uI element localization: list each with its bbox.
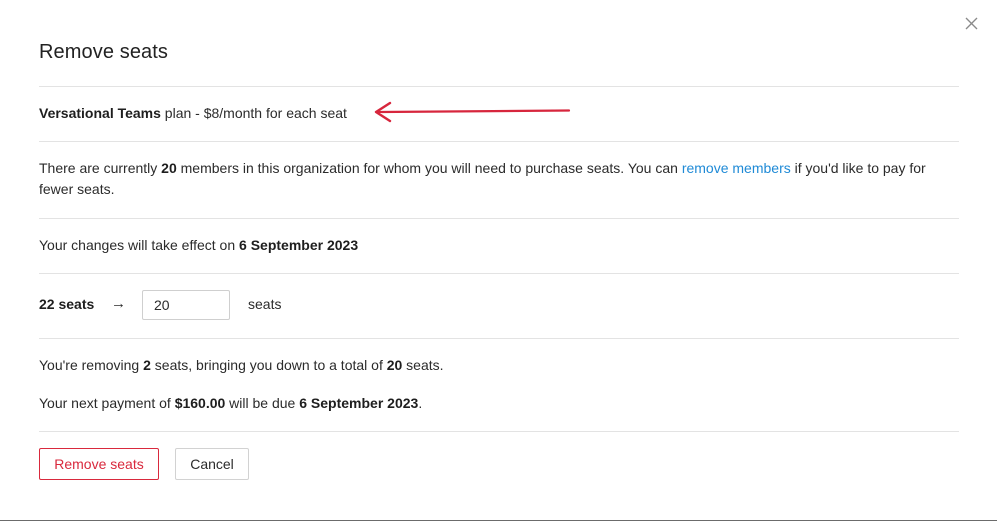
divider (39, 86, 959, 87)
summary-text: seats, bringing you down to a total of (150, 357, 387, 373)
members-notice-text: members in this organization for whom yo… (176, 160, 682, 176)
dialog-title: Remove seats (39, 41, 169, 63)
divider (39, 338, 959, 339)
plan-name: Versational Teams (39, 105, 161, 121)
divider (39, 273, 959, 274)
cancel-button[interactable]: Cancel (175, 448, 249, 480)
divider (39, 141, 959, 142)
payment-text: . (418, 395, 423, 411)
close-icon (965, 17, 978, 30)
summary-text: seats. (402, 357, 444, 373)
total-seats: 20 (386, 357, 403, 373)
remove-seats-dialog: Remove seats Versational Teams plan - $8… (0, 0, 997, 521)
removing-count: 2 (143, 357, 151, 373)
seats-input[interactable] (142, 290, 230, 320)
divider (39, 218, 959, 219)
remove-seats-button[interactable]: Remove seats (39, 448, 159, 480)
payment-amount: $160.00 (174, 395, 226, 411)
plan-price: plan - $8/month for each seat (160, 105, 347, 121)
close-button[interactable] (962, 14, 982, 34)
plan-info: Versational Teams plan - $8/month for ea… (39, 103, 347, 124)
payment-summary: Your next payment of $160.00 will be due… (39, 393, 422, 414)
divider (39, 431, 959, 432)
annotation-arrow-icon (374, 101, 571, 123)
payment-text: Your next payment of (39, 395, 175, 411)
members-notice-text: There are currently (39, 160, 162, 176)
remove-members-link[interactable]: remove members (682, 160, 791, 176)
summary-text: You're removing (39, 357, 144, 373)
current-seats: 22 seats (39, 296, 95, 312)
member-count: 20 (161, 160, 177, 176)
seats-unit-label: seats (248, 296, 282, 312)
removal-summary: You're removing 2 seats, bringing you do… (39, 355, 444, 376)
effective-date-text: Your changes will take effect on 6 Septe… (39, 235, 358, 256)
members-notice: There are currently 20 members in this o… (39, 158, 949, 200)
arrow-right-icon: → (111, 295, 126, 312)
effective-date-label: Your changes will take effect on (39, 237, 240, 253)
payment-due-date: 6 September 2023 (299, 395, 419, 411)
effective-date: 6 September 2023 (239, 237, 359, 253)
payment-text: will be due (225, 395, 300, 411)
